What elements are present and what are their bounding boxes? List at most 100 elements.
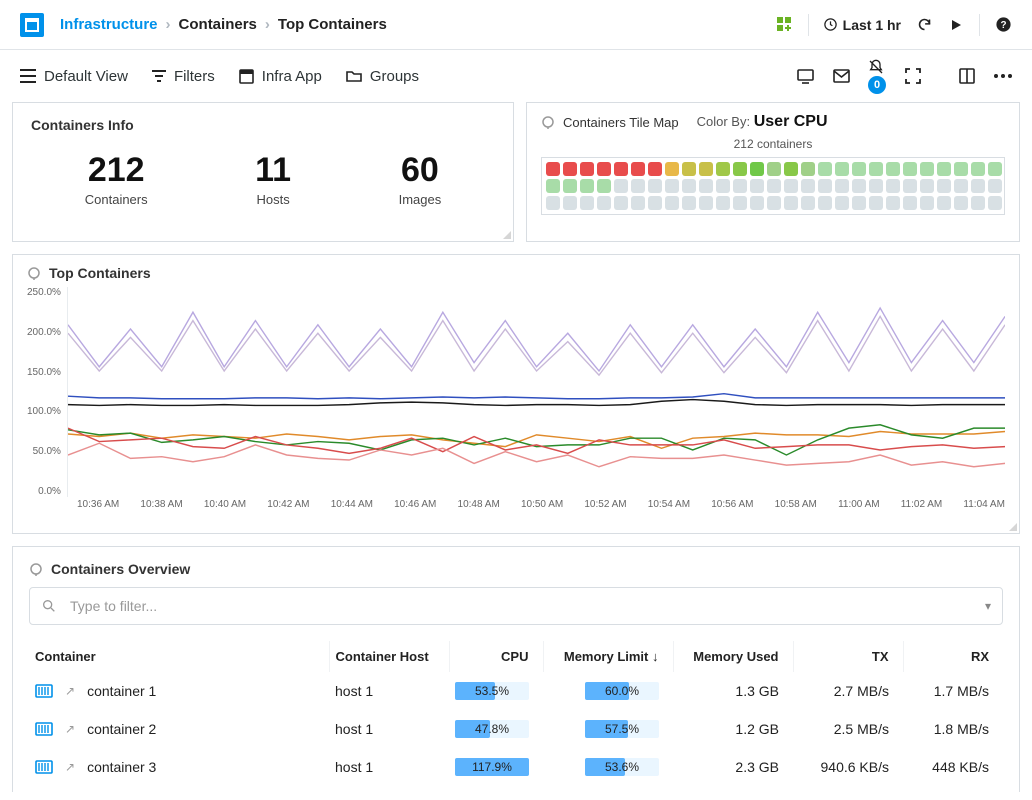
tile[interactable] bbox=[920, 196, 934, 210]
tile[interactable] bbox=[920, 162, 934, 176]
alerts-button[interactable]: 0 bbox=[868, 59, 886, 94]
col-memory-limit[interactable]: Memory Limit bbox=[543, 641, 673, 672]
tile[interactable] bbox=[665, 196, 679, 210]
tile[interactable] bbox=[597, 179, 611, 193]
mail-icon[interactable] bbox=[832, 67, 850, 85]
tile[interactable] bbox=[852, 196, 866, 210]
tile[interactable] bbox=[597, 162, 611, 176]
play-icon[interactable] bbox=[947, 16, 965, 34]
tile[interactable] bbox=[886, 162, 900, 176]
tile[interactable] bbox=[750, 162, 764, 176]
tile[interactable] bbox=[580, 162, 594, 176]
tile[interactable] bbox=[648, 196, 662, 210]
resize-handle[interactable] bbox=[503, 231, 511, 239]
tile[interactable] bbox=[852, 162, 866, 176]
chevron-down-icon[interactable]: ▾ bbox=[985, 599, 991, 613]
tile[interactable] bbox=[682, 196, 696, 210]
external-link-icon[interactable]: ↗ bbox=[65, 722, 75, 736]
tile[interactable] bbox=[784, 179, 798, 193]
default-view-menu[interactable]: Default View bbox=[20, 68, 128, 85]
tile[interactable] bbox=[631, 196, 645, 210]
tile[interactable] bbox=[546, 162, 560, 176]
tile[interactable] bbox=[903, 162, 917, 176]
tile[interactable] bbox=[699, 162, 713, 176]
tile[interactable] bbox=[563, 162, 577, 176]
tile[interactable] bbox=[665, 162, 679, 176]
tile[interactable] bbox=[801, 162, 815, 176]
tile[interactable] bbox=[988, 196, 1002, 210]
help-icon[interactable]: ? bbox=[994, 16, 1012, 34]
brand-icon[interactable] bbox=[20, 13, 44, 37]
col-container[interactable]: Container bbox=[29, 641, 329, 672]
tile[interactable] bbox=[682, 162, 696, 176]
tile[interactable] bbox=[580, 179, 594, 193]
tile[interactable] bbox=[886, 179, 900, 193]
tile[interactable] bbox=[733, 162, 747, 176]
tile-grid[interactable] bbox=[541, 157, 1005, 215]
tile[interactable] bbox=[546, 196, 560, 210]
tile[interactable] bbox=[750, 196, 764, 210]
tile[interactable] bbox=[580, 196, 594, 210]
tile[interactable] bbox=[971, 196, 985, 210]
tile[interactable] bbox=[682, 179, 696, 193]
tile[interactable] bbox=[716, 196, 730, 210]
tile[interactable] bbox=[937, 196, 951, 210]
slide-show-icon[interactable] bbox=[796, 67, 814, 85]
time-range-selector[interactable]: Last 1 hr bbox=[823, 17, 901, 33]
tile[interactable] bbox=[869, 196, 883, 210]
tile[interactable] bbox=[665, 179, 679, 193]
tile[interactable] bbox=[716, 179, 730, 193]
tile[interactable] bbox=[988, 162, 1002, 176]
tile[interactable] bbox=[988, 179, 1002, 193]
table-row[interactable]: ↗container 1host 153.5%60.0%1.3 GB2.7 MB… bbox=[29, 672, 1003, 710]
table-row[interactable]: ↗container 3host 1117.9%53.6%2.3 GB940.6… bbox=[29, 748, 1003, 786]
table-row[interactable]: ↗container 2host 147.8%57.5%1.2 GB2.5 MB… bbox=[29, 710, 1003, 748]
tile[interactable] bbox=[937, 179, 951, 193]
tile[interactable] bbox=[563, 179, 577, 193]
tile[interactable] bbox=[699, 179, 713, 193]
tile[interactable] bbox=[614, 196, 628, 210]
refresh-icon[interactable] bbox=[915, 16, 933, 34]
col-rx[interactable]: RX bbox=[903, 641, 1003, 672]
layout-icon[interactable] bbox=[958, 67, 976, 85]
tile[interactable] bbox=[971, 162, 985, 176]
tile[interactable] bbox=[648, 162, 662, 176]
tile[interactable] bbox=[801, 196, 815, 210]
chart-area[interactable] bbox=[67, 287, 1005, 497]
tile[interactable] bbox=[597, 196, 611, 210]
breadcrumb-infrastructure[interactable]: Infrastructure bbox=[60, 16, 158, 33]
tile[interactable] bbox=[767, 196, 781, 210]
tile[interactable] bbox=[954, 196, 968, 210]
tile[interactable] bbox=[818, 196, 832, 210]
tile[interactable] bbox=[733, 196, 747, 210]
tile[interactable] bbox=[631, 179, 645, 193]
tile[interactable] bbox=[733, 179, 747, 193]
tile[interactable] bbox=[937, 162, 951, 176]
external-link-icon[interactable]: ↗ bbox=[65, 684, 75, 698]
tile[interactable] bbox=[954, 179, 968, 193]
tile[interactable] bbox=[631, 162, 645, 176]
tile[interactable] bbox=[801, 179, 815, 193]
filters-button[interactable]: Filters bbox=[152, 68, 215, 85]
tile[interactable] bbox=[852, 179, 866, 193]
tile[interactable] bbox=[614, 162, 628, 176]
external-link-icon[interactable]: ↗ bbox=[65, 760, 75, 774]
tile[interactable] bbox=[835, 162, 849, 176]
infra-app-button[interactable]: Infra App bbox=[239, 68, 322, 85]
tile[interactable] bbox=[886, 196, 900, 210]
tile[interactable] bbox=[546, 179, 560, 193]
tile[interactable] bbox=[869, 179, 883, 193]
tile[interactable] bbox=[818, 179, 832, 193]
tile[interactable] bbox=[767, 179, 781, 193]
col-tx[interactable]: TX bbox=[793, 641, 903, 672]
tile[interactable] bbox=[784, 196, 798, 210]
tile[interactable] bbox=[903, 196, 917, 210]
tile[interactable] bbox=[954, 162, 968, 176]
col-memory-used[interactable]: Memory Used bbox=[673, 641, 793, 672]
resize-handle[interactable] bbox=[1009, 523, 1017, 531]
tile[interactable] bbox=[920, 179, 934, 193]
tile[interactable] bbox=[903, 179, 917, 193]
breadcrumb-containers[interactable]: Containers bbox=[179, 16, 257, 33]
tile[interactable] bbox=[971, 179, 985, 193]
tile[interactable] bbox=[835, 196, 849, 210]
